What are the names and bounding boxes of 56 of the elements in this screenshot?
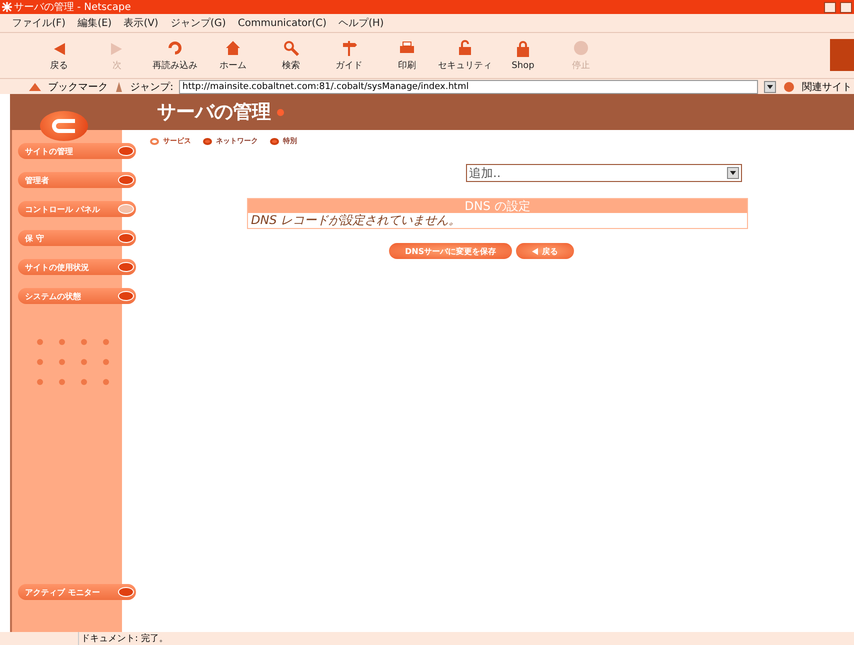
table-title: DNS の設定 xyxy=(248,199,747,213)
menu-item[interactable]: ジャンプ(G) xyxy=(170,16,226,30)
left-arrow-icon xyxy=(532,248,538,254)
table-message: DNS レコードが設定されていません。 xyxy=(250,213,462,228)
dot-icon xyxy=(36,378,44,386)
radio-dot-icon[interactable] xyxy=(150,138,159,144)
window-title: サーバの管理 - Netscape xyxy=(14,1,132,14)
dot-icon xyxy=(102,338,110,346)
menu-item[interactable]: Communicator(C) xyxy=(238,18,327,28)
dot-icon xyxy=(80,338,88,346)
bookmarks-button[interactable]: ブックマーク xyxy=(48,80,108,94)
toolbar-button[interactable]: ホーム xyxy=(204,39,262,72)
home-icon xyxy=(224,39,242,57)
radio-dot-icon[interactable] xyxy=(203,138,212,144)
dot-icon xyxy=(80,378,88,386)
location-icon xyxy=(114,80,124,92)
radio-dot-icon[interactable] xyxy=(270,138,279,144)
add-select[interactable]: 追加.. xyxy=(466,164,742,182)
toolbar-button[interactable]: Shop xyxy=(494,40,552,70)
menu-item[interactable]: 編集(E) xyxy=(78,16,112,30)
status-text: ドキュメント: 完了。 xyxy=(78,632,854,645)
toolbar-button[interactable]: 戻る xyxy=(30,39,88,72)
stop-icon xyxy=(572,39,590,57)
dot-icon xyxy=(80,358,88,366)
dot-icon xyxy=(102,358,110,366)
dropdown-button[interactable] xyxy=(764,80,776,92)
signpost-icon xyxy=(340,39,358,57)
dot-icon xyxy=(36,358,44,366)
toolbar-button[interactable]: ガイド xyxy=(320,39,378,72)
dot-icon xyxy=(58,338,66,346)
dot-icon xyxy=(58,358,66,366)
reload-icon xyxy=(166,39,184,57)
minimize-button[interactable] xyxy=(824,2,836,12)
url-field[interactable]: http://mainsite.cobaltnet.com:81/.cobalt/sysManage/index.html xyxy=(179,80,758,94)
maximize-button[interactable] xyxy=(840,2,852,12)
dot-icon xyxy=(58,378,66,386)
dot-icon xyxy=(36,338,44,346)
menu-item[interactable]: 表示(V) xyxy=(124,16,158,30)
search-icon xyxy=(282,39,300,57)
shopping-bag-icon xyxy=(514,40,532,58)
page-title: サーバの管理 xyxy=(157,100,271,125)
toolbar-button[interactable]: 検索 xyxy=(262,39,320,72)
globe-icon xyxy=(782,80,796,92)
dot-icon xyxy=(102,378,110,386)
app-icon xyxy=(2,2,12,12)
menu-item[interactable]: ヘルプ(H) xyxy=(338,16,384,30)
toolbar-button[interactable]: 印刷 xyxy=(378,39,436,72)
dot-icon xyxy=(277,108,284,116)
toolbar-button[interactable]: セキュリティ xyxy=(436,39,494,72)
related-sites-button[interactable]: 関連サイト xyxy=(802,80,852,94)
toolbar-button[interactable]: 再読み込み xyxy=(146,39,204,72)
padlock-icon xyxy=(456,39,474,57)
menu-item[interactable]: ファイル(F) xyxy=(12,16,66,30)
location-label: ジャンプ: xyxy=(130,80,174,94)
caret-icon xyxy=(730,171,736,175)
caret-icon xyxy=(767,84,773,88)
